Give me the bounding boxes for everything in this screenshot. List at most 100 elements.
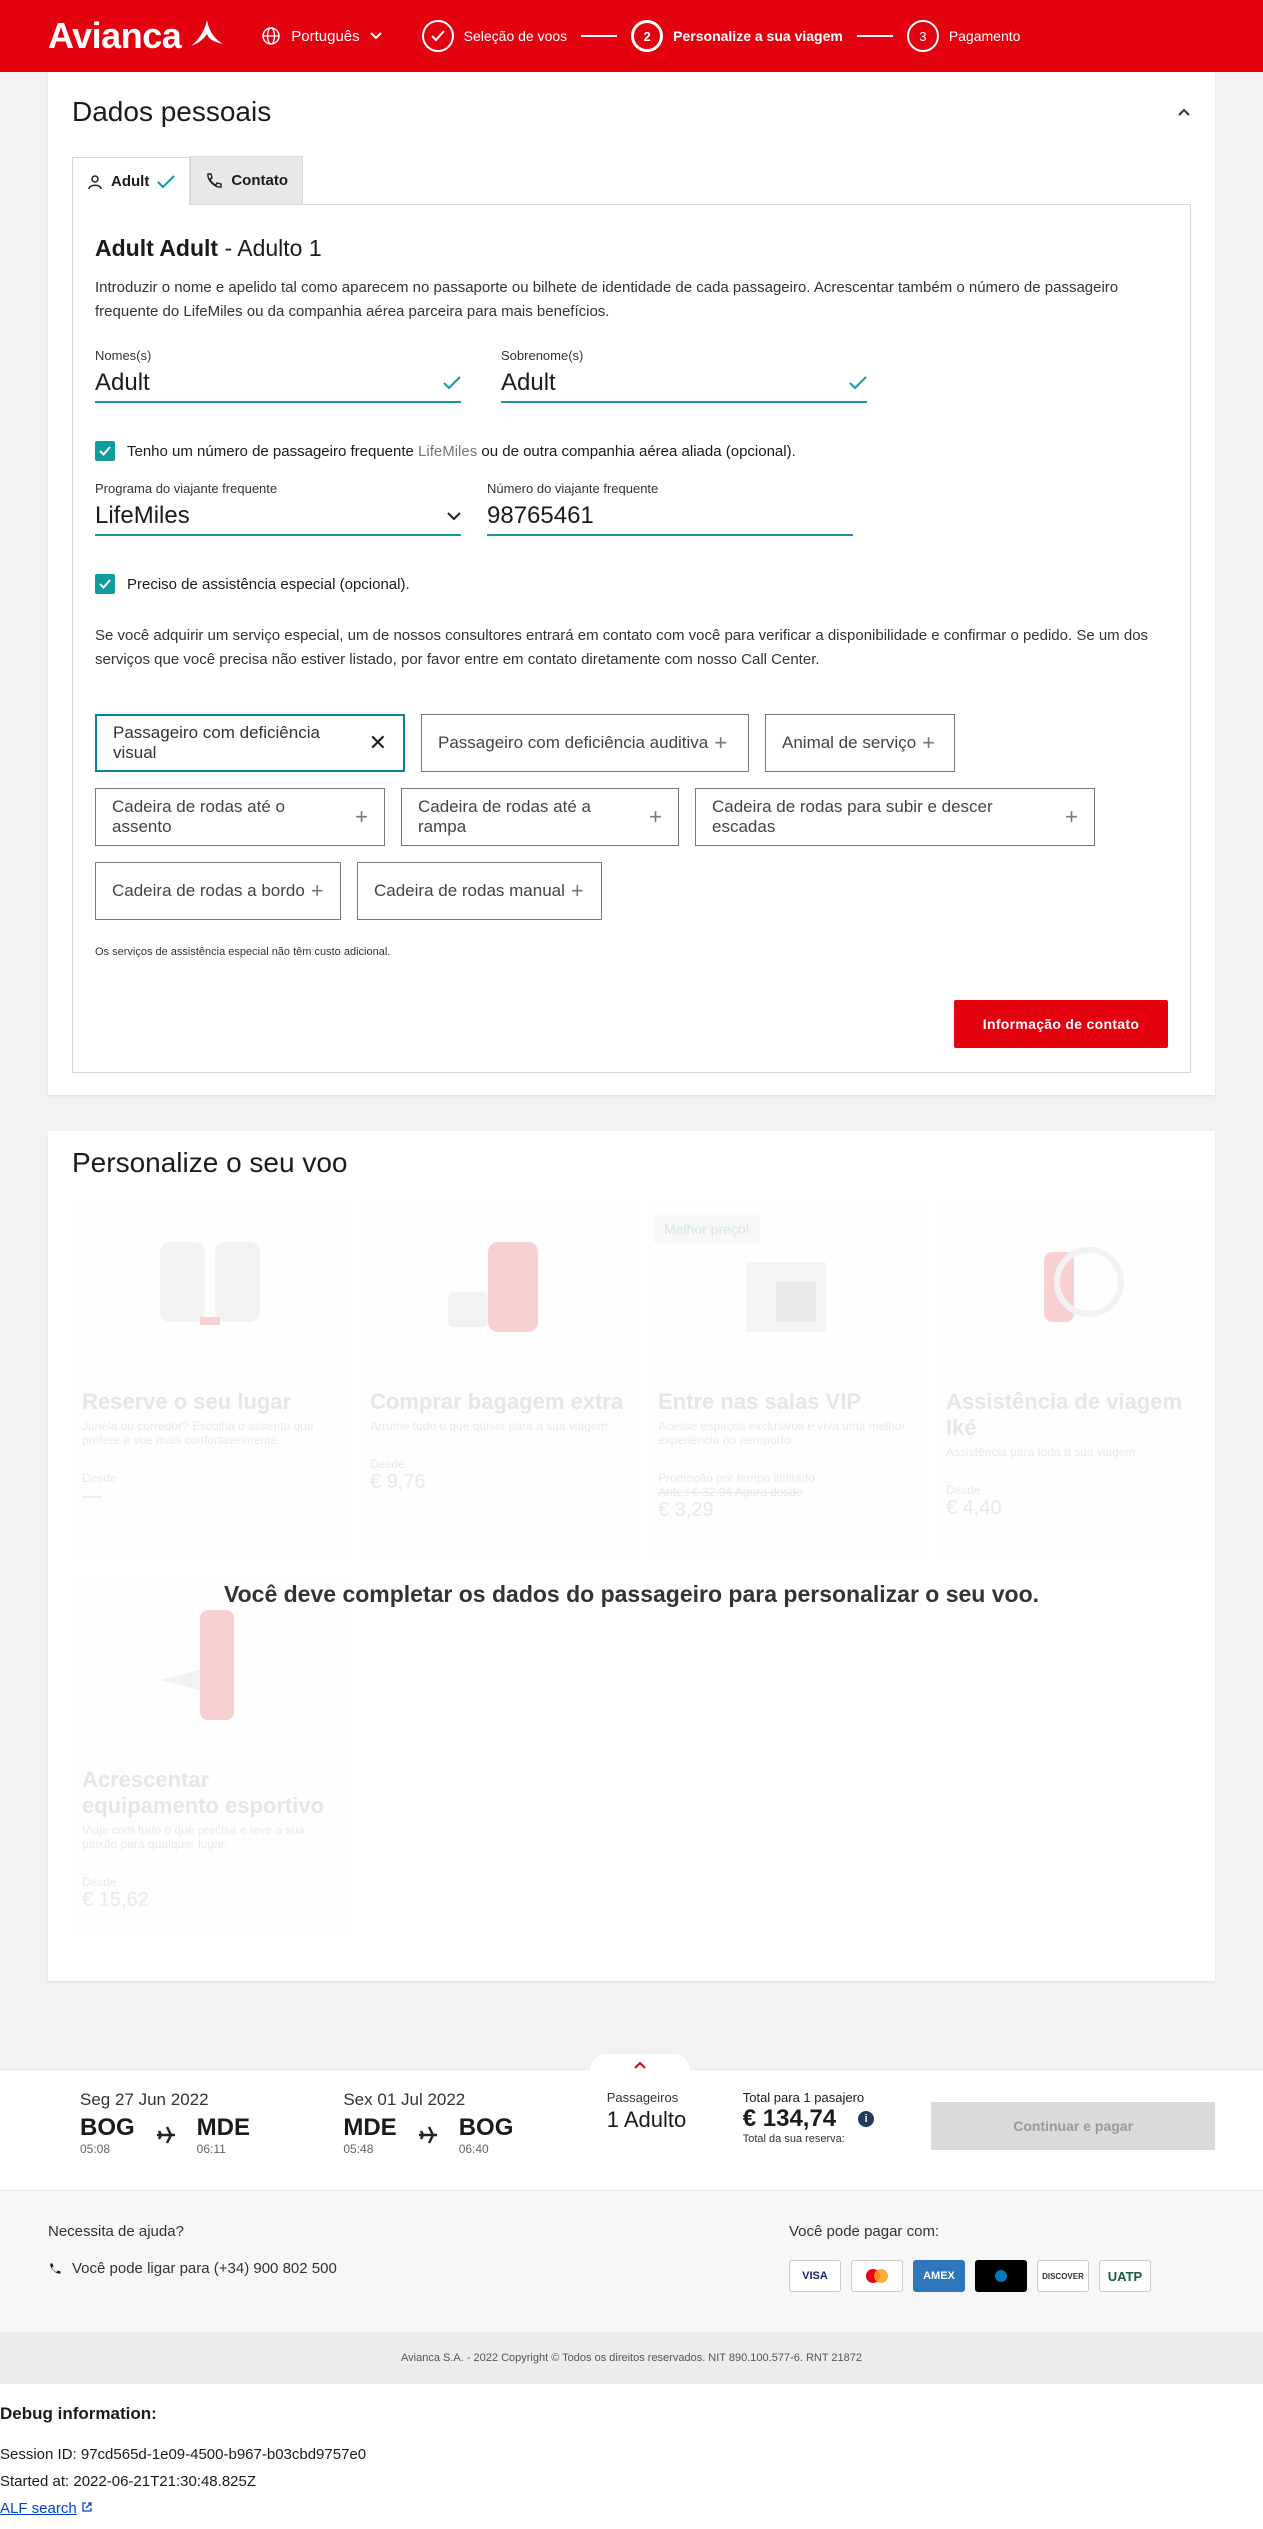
help-contact: Necessita de ajuda? Você pode ligar para… (48, 2223, 337, 2292)
alf-search-link[interactable]: ALF search (0, 2500, 77, 2517)
phone-icon (50, 2263, 61, 2274)
origin-code: MDE (343, 2114, 397, 2141)
service-chip-visual[interactable]: Passageiro com deficiência visual ✕ (95, 714, 405, 772)
service-chip-animal[interactable]: Animal de serviço + (765, 714, 955, 772)
debug-info: Debug information: Session ID: 97cd565d-… (0, 2384, 1263, 2529)
input-value: Adult (95, 369, 150, 396)
chip-label: Passageiro com deficiência auditiva (438, 733, 709, 752)
assistance-checkbox[interactable] (95, 574, 115, 594)
chip-label: Cadeira de rodas até o assento (112, 797, 285, 836)
chevron-down-icon (369, 32, 382, 40)
first-name-field: Nomes(s) Adult (95, 348, 461, 403)
avianca-logo[interactable]: Avianca (48, 15, 227, 57)
payment-methods: Você pode pagar com: VISA AMEX DISCOVER … (789, 2223, 1151, 2292)
help-phone[interactable]: Você pode ligar para (+34) 900 802 500 (48, 2260, 337, 2277)
step-divider (856, 35, 893, 37)
tile-price: € 15,62 (82, 1889, 149, 1911)
service-chip-wheelchair-ramp[interactable]: Cadeira de rodas até a rampa + (401, 788, 679, 846)
leg-route: BOG 05:08 MDE 06:11 (80, 2114, 343, 2156)
service-chip-wheelchair-stairs[interactable]: Cadeira de rodas para subir e descer esc… (695, 788, 1095, 846)
step-payment: 3 Pagamento (906, 20, 1020, 52)
program-select[interactable]: LifeMiles (95, 502, 461, 536)
info-icon[interactable]: i (858, 2111, 875, 2127)
tile-price: € 3,29 (658, 1499, 714, 1521)
plus-icon: + (310, 878, 324, 903)
copyright: Avianca S.A. - 2022 Copyright © Todos os… (0, 2332, 1263, 2384)
service-chip-wheelchair-manual[interactable]: Cadeira de rodas manual + (357, 862, 602, 920)
tile-sports-equipment: Acrescentar equipamento esportivo Viaje … (72, 1577, 347, 1937)
tab-adult[interactable]: Adult (72, 157, 191, 205)
tile-title: Entre nas salas VIP (658, 1389, 861, 1414)
globe-icon (262, 27, 280, 45)
tile-from: Desde (370, 1457, 405, 1471)
tile-vip-lounge: Melhor preço! Entre nas salas VIP Acesse… (648, 1199, 923, 1559)
tile-baggage: Comprar bagagem extra Arrume tudo o que … (360, 1199, 635, 1559)
service-chip-hearing[interactable]: Passageiro com deficiência auditiva + (421, 714, 749, 772)
step-flight-selection[interactable]: Seleção de voos (421, 20, 568, 52)
summary-toggle[interactable] (590, 2054, 690, 2082)
tile-promo: Antes € 32,94 Agora desde (658, 1485, 803, 1499)
destination-code: BOG (458, 2114, 514, 2141)
visa-icon: VISA (789, 2260, 841, 2292)
step-label: Seleção de voos (463, 28, 568, 44)
passengers-label: Passageiros (606, 2090, 679, 2105)
frequent-flyer-checkbox-row[interactable]: Tenho um número de passageiro frequente … (95, 441, 1168, 461)
alf-search-row: ALF search (0, 2500, 1263, 2517)
uatp-icon: UATP (1099, 2260, 1151, 2292)
step-personalize: 2 Personalize a sua viagem (631, 20, 843, 52)
plus-icon: + (922, 730, 936, 755)
service-chip-wheelchair-seat[interactable]: Cadeira de rodas até o assento + (95, 788, 385, 846)
step-divider (581, 35, 618, 37)
destination-code: MDE (196, 2114, 251, 2141)
tile-travel-assistance: Assistência de viagem Iké Assistência pa… (936, 1199, 1211, 1559)
cta-row: Informação de contato (95, 1000, 1168, 1048)
checkbox-label: Preciso de assistência especial (opciona… (127, 575, 410, 593)
tile-desc: Arrume tudo o que quiser para a sua viag… (370, 1419, 611, 1433)
frequent-flyer-fields: Programa do viajante frequente LifeMiles… (95, 481, 1168, 536)
tile-from: Desde (82, 1875, 117, 1889)
tile-price: — (82, 1485, 102, 1507)
departure-time: 05:48 (343, 2142, 374, 2156)
assistance-checkbox-row[interactable]: Preciso de assistência especial (opciona… (95, 574, 1168, 594)
plus-icon: + (570, 878, 584, 903)
tile-price: € 9,76 (370, 1471, 426, 1493)
frequent-flyer-checkbox[interactable] (95, 441, 115, 461)
tile-desc: Assistência para toda a sua viagem (946, 1445, 1136, 1459)
intro-text: Introduzir o nome e apelido tal como apa… (95, 279, 1119, 320)
select-value: LifeMiles (95, 502, 190, 529)
check-icon (443, 376, 461, 390)
ff-number-input[interactable]: 98765461 (487, 502, 853, 536)
personal-data-header: Dados pessoais (72, 92, 1191, 132)
chip-label: Cadeira de rodas manual (374, 881, 565, 900)
close-icon: ✕ (368, 730, 387, 755)
service-chip-wheelchair-onboard[interactable]: Cadeira de rodas a bordo + (95, 862, 341, 920)
section-title: Personalize o seu voo (72, 1147, 348, 1178)
best-price-badge: Melhor preço! (654, 1215, 760, 1243)
tile-from: Desde (946, 1483, 981, 1497)
tile-title: Acrescentar equipamento esportivo (82, 1767, 325, 1818)
checkbox-label-pre: Tenho um número de passageiro frequente (127, 442, 414, 460)
contact-info-button[interactable]: Informação de contato (954, 1000, 1168, 1048)
ff-number-field: Número do viajante frequente 98765461 (487, 481, 853, 536)
sports-bag-icon (82, 1585, 337, 1745)
leg-date: Seg 27 Jun 2022 (80, 2090, 209, 2109)
tab-contact[interactable]: Contato (190, 156, 303, 204)
origin-code: BOG (80, 2114, 135, 2141)
chevron-up-icon[interactable] (1177, 107, 1191, 117)
plane-icon (418, 2126, 437, 2144)
tile-desc: Viaje com tudo o que precisa e leve a su… (82, 1823, 305, 1851)
first-name-input[interactable]: Adult (95, 369, 461, 403)
chip-label: Cadeira de rodas a bordo (112, 881, 305, 900)
language-selector[interactable]: Português (261, 26, 382, 46)
last-name-input[interactable]: Adult (501, 369, 867, 403)
return-leg: Sex 01 Jul 2022 MDE 05:48 BOG 06:40 (343, 2090, 606, 2156)
leg-route: MDE 05:48 BOG 06:40 (343, 2114, 606, 2156)
continue-pay-button[interactable]: Continuar e pagar (931, 2102, 1215, 2150)
tile-from: Desde (82, 1471, 117, 1485)
field-label: Programa do viajante frequente (95, 481, 278, 496)
plus-icon: + (355, 804, 368, 829)
booking-summary: Seg 27 Jun 2022 BOG 05:08 MDE 06:11 Sex 01… (0, 2054, 1263, 2190)
chip-label: Cadeira de rodas até a rampa (418, 797, 591, 836)
tab-label: Contato (231, 172, 288, 189)
chip-label: Passageiro com deficiência visual (113, 723, 320, 762)
